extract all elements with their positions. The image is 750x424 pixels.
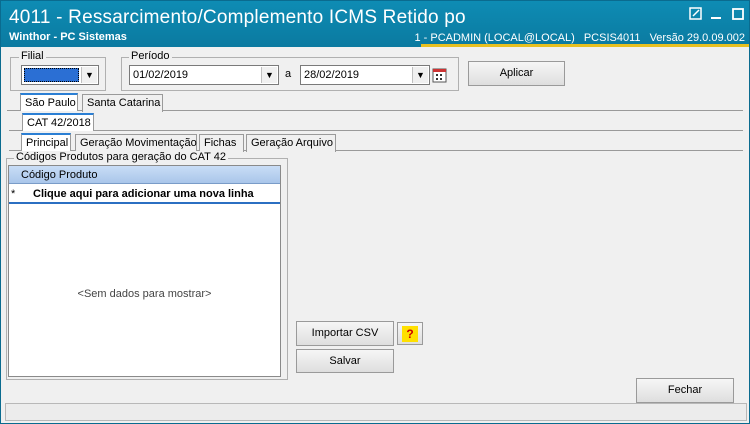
start-date-field[interactable]: 01/02/2019 ▼: [129, 65, 279, 85]
user-label: 1 - PCADMIN (LOCAL@LOCAL): [414, 32, 575, 44]
app-window: 4011 - Ressarcimento/Complemento ICMS Re…: [0, 0, 750, 424]
end-date-value: 28/02/2019: [304, 69, 360, 81]
new-row-label: Clique aqui para adicionar uma nova linh…: [33, 188, 254, 200]
status-bar: [5, 403, 747, 421]
aplicar-button[interactable]: Aplicar: [468, 61, 565, 86]
calendar-icon[interactable]: [431, 66, 449, 84]
chevron-down-icon[interactable]: ▼: [81, 67, 97, 83]
grid-header: Código Produto: [9, 166, 280, 184]
codigos-legend: Códigos Produtos para geração do CAT 42: [14, 151, 228, 163]
title-bar: 4011 - Ressarcimento/Complemento ICMS Re…: [1, 1, 749, 47]
help-button[interactable]: ?: [397, 322, 423, 345]
start-date-value: 01/02/2019: [133, 69, 189, 81]
sub-tabs-line: [9, 130, 743, 131]
periodo-legend: Período: [129, 50, 172, 62]
session-info: 1 - PCADMIN (LOCAL@LOCAL) PCSIS4011 Vers…: [408, 32, 745, 44]
chevron-down-icon[interactable]: ▼: [412, 67, 428, 83]
program-label: PCSIS4011: [583, 32, 641, 44]
tab-sao-paulo[interactable]: São Paulo: [20, 93, 78, 111]
window-subtitle: Winthor - PC Sistemas: [9, 31, 127, 43]
filial-selected-value: [24, 68, 79, 82]
tab-geracao-movimentacao[interactable]: Geração Movimentação: [75, 134, 197, 152]
tab-geracao-arquivo[interactable]: Geração Arquivo: [246, 134, 336, 152]
window-title: 4011 - Ressarcimento/Complemento ICMS Re…: [9, 7, 466, 28]
filial-legend: Filial: [19, 50, 46, 62]
fechar-button[interactable]: Fechar: [636, 378, 734, 403]
filial-select[interactable]: ▼: [21, 65, 99, 85]
chevron-down-icon[interactable]: ▼: [261, 67, 277, 83]
minimize-icon[interactable]: [707, 7, 725, 25]
new-row-marker: *: [11, 188, 16, 200]
salvar-button[interactable]: Salvar: [296, 349, 394, 373]
version-label: Versão 29.0.09.002: [649, 32, 745, 44]
tab-santa-catarina[interactable]: Santa Catarina: [82, 94, 163, 112]
grid-new-row[interactable]: * Clique aqui para adicionar uma nova li…: [9, 185, 280, 204]
column-header-codigo-produto[interactable]: Código Produto: [21, 169, 97, 181]
maximize-icon[interactable]: [729, 7, 747, 25]
grid-empty-text: <Sem dados para mostrar>: [77, 288, 212, 300]
status-accent-line: [421, 44, 749, 47]
restore-icon[interactable]: [687, 7, 705, 25]
tab-fichas[interactable]: Fichas: [199, 134, 244, 152]
importar-csv-button[interactable]: Importar CSV: [296, 321, 394, 346]
tab-principal[interactable]: Principal: [21, 133, 71, 151]
end-date-field[interactable]: 28/02/2019 ▼: [300, 65, 430, 85]
product-codes-grid[interactable]: Código Produto * Clique aqui para adicio…: [8, 165, 281, 377]
help-icon: ?: [402, 326, 418, 342]
period-separator: a: [285, 68, 292, 80]
tab-cat-42-2018[interactable]: CAT 42/2018: [22, 113, 94, 131]
